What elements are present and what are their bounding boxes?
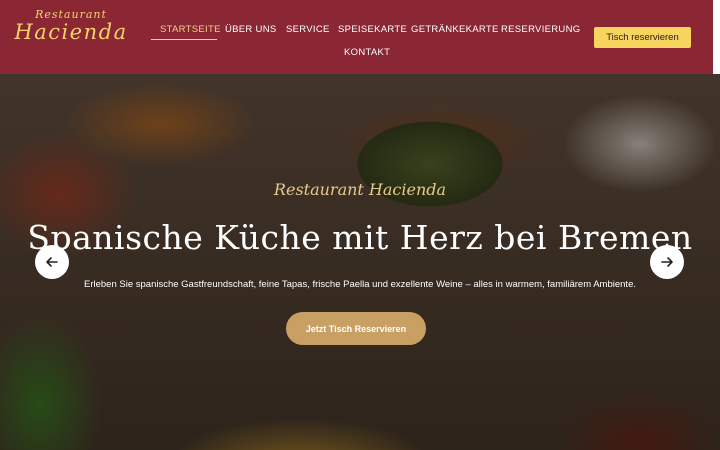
arrow-right-icon — [661, 257, 673, 267]
site-header: Restaurant Hacienda STARTSEITE ÜBER UNS … — [0, 0, 713, 74]
nav-item-kontakt[interactable]: KONTAKT — [344, 47, 390, 58]
hero-overlay — [0, 74, 720, 450]
logo-main-text: Hacienda — [14, 20, 128, 44]
hero-subtitle: Restaurant Hacienda — [273, 180, 447, 199]
hero-headline: Spanische Küche mit Herz bei Bremen — [27, 218, 693, 257]
nav-item-service[interactable]: SERVICE — [286, 24, 330, 35]
nav-item-ueber-uns[interactable]: ÜBER UNS — [225, 24, 277, 35]
nav-item-reservierung[interactable]: RESERVIERUNG — [501, 24, 580, 35]
slider-prev-button[interactable] — [35, 245, 69, 279]
hero-lead-text: Erleben Sie spanische Gastfreundschaft, … — [84, 279, 636, 290]
hero-reserve-button[interactable]: Jetzt Tisch Reservieren — [286, 312, 426, 345]
nav-item-speisekarte[interactable]: SPEISEKARTE — [338, 24, 407, 35]
slider-next-button[interactable] — [650, 245, 684, 279]
nav-item-startseite[interactable]: STARTSEITE — [160, 24, 221, 35]
reserve-table-button[interactable]: Tisch reservieren — [594, 27, 691, 48]
nav-item-getraenkekarte[interactable]: GETRÄNKEKARTE — [411, 24, 499, 35]
scrollbar[interactable] — [713, 0, 720, 74]
hero-slider: Restaurant Hacienda Spanische Küche mit … — [0, 74, 720, 450]
arrow-left-icon — [46, 257, 58, 267]
logo[interactable]: Restaurant Hacienda — [11, 8, 131, 43]
active-nav-underline — [151, 39, 217, 40]
